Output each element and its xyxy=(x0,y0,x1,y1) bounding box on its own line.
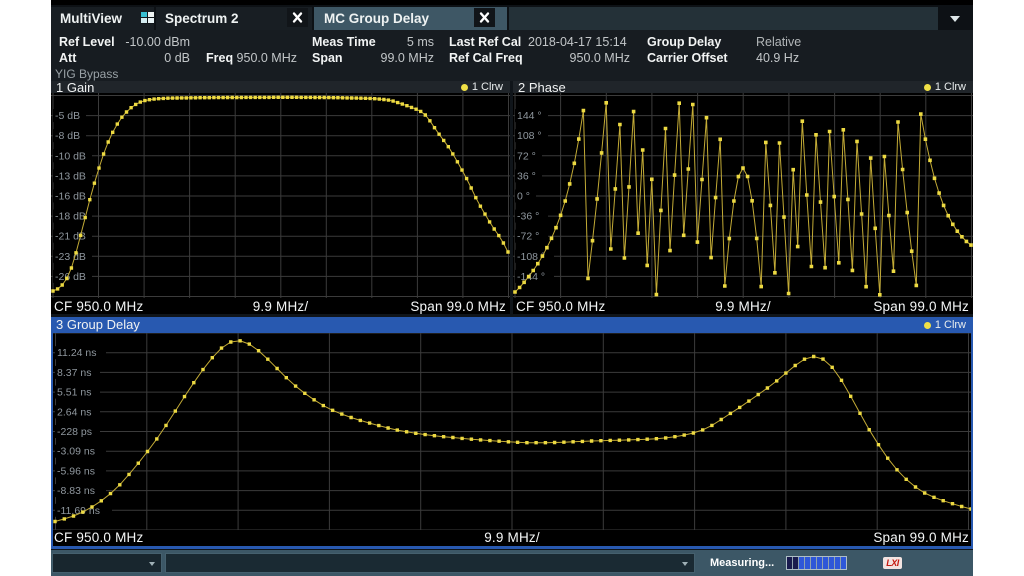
svg-text:-13 dB: -13 dB xyxy=(55,170,86,182)
svg-text:2.64 ns: 2.64 ns xyxy=(57,406,91,418)
svg-text:5.51 ns: 5.51 ns xyxy=(57,387,91,399)
svg-text:-72 °: -72 ° xyxy=(517,231,539,243)
svg-text:-5 dB: -5 dB xyxy=(55,110,80,122)
svg-text:-26 dB: -26 dB xyxy=(55,271,86,283)
svg-text:108 °: 108 ° xyxy=(517,130,542,142)
svg-text:-5.96 ns: -5.96 ns xyxy=(57,465,95,477)
svg-text:-228 ps: -228 ps xyxy=(57,426,92,438)
svg-text:36 °: 36 ° xyxy=(517,170,536,182)
svg-text:-8 dB: -8 dB xyxy=(55,130,80,142)
svg-text:-10 dB: -10 dB xyxy=(55,150,86,162)
svg-text:0 °: 0 ° xyxy=(517,191,530,203)
svg-text:11.24 ns: 11.24 ns xyxy=(57,347,97,359)
svg-text:-3.09 ns: -3.09 ns xyxy=(57,446,95,458)
svg-text:8.37 ns: 8.37 ns xyxy=(57,367,91,379)
svg-text:-36 °: -36 ° xyxy=(517,211,539,223)
svg-text:144 °: 144 ° xyxy=(517,110,542,122)
svg-text:-16 dB: -16 dB xyxy=(55,191,86,203)
svg-text:-23 dB: -23 dB xyxy=(55,251,86,263)
svg-text:72 °: 72 ° xyxy=(517,150,536,162)
svg-text:-8.83 ns: -8.83 ns xyxy=(57,485,95,497)
svg-text:-18 dB: -18 dB xyxy=(55,211,86,223)
